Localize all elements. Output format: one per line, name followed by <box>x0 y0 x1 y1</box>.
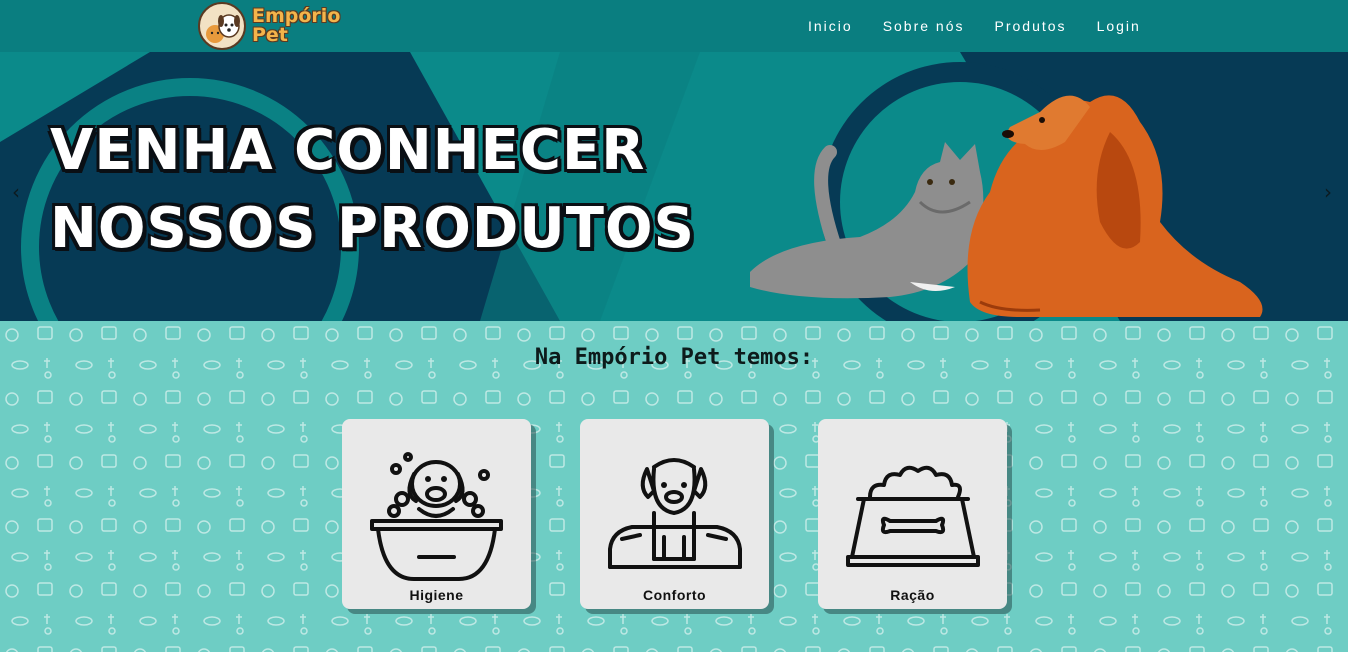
brand-logo[interactable]: Empório Pet <box>198 0 340 52</box>
carousel-prev-button[interactable]: ‹ <box>12 180 20 204</box>
brand-line2: Pet <box>252 24 288 46</box>
hero-headline: VENHA CONHECER NOSSOS PRODUTOS <box>50 112 695 268</box>
dog-bed-icon <box>608 458 742 569</box>
carousel-next-button[interactable]: › <box>1324 180 1332 204</box>
nav-link-inicio[interactable]: Inicio <box>808 18 853 34</box>
nav-menu: Inicio Sobre nós Produtos Login <box>808 0 1171 52</box>
hero-headline-line2: NOSSOS PRODUTOS <box>50 196 695 261</box>
food-bowl-icon <box>846 465 980 567</box>
pet-logo-icon <box>198 2 246 50</box>
cat-and-dog-illustration <box>750 95 1263 317</box>
card-label-racao: Ração <box>890 587 935 603</box>
navbar: Empório Pet Inicio Sobre nós Produtos Lo… <box>0 0 1348 52</box>
card-higiene[interactable]: Higiene <box>342 419 531 609</box>
dog-bath-icon <box>370 452 503 581</box>
card-label-conforto: Conforto <box>642 587 707 603</box>
nav-link-login[interactable]: Login <box>1097 18 1141 34</box>
card-racao[interactable]: Ração <box>818 419 1007 609</box>
section-title: Na Empório Pet temos: <box>534 345 814 370</box>
card-label-higiene: Higiene <box>409 587 464 603</box>
brand-name: Empório Pet <box>252 7 340 45</box>
hero-carousel: VENHA CONHECER NOSSOS PRODUTOS ‹ › <box>0 52 1348 321</box>
card-conforto[interactable]: Conforto <box>580 419 769 609</box>
services-section: Na Empório Pet temos: Higiene Conforto R… <box>0 321 1348 652</box>
nav-link-produtos[interactable]: Produtos <box>995 18 1067 34</box>
nav-link-sobre[interactable]: Sobre nós <box>883 18 965 34</box>
hero-headline-line1: VENHA CONHECER <box>50 118 646 183</box>
